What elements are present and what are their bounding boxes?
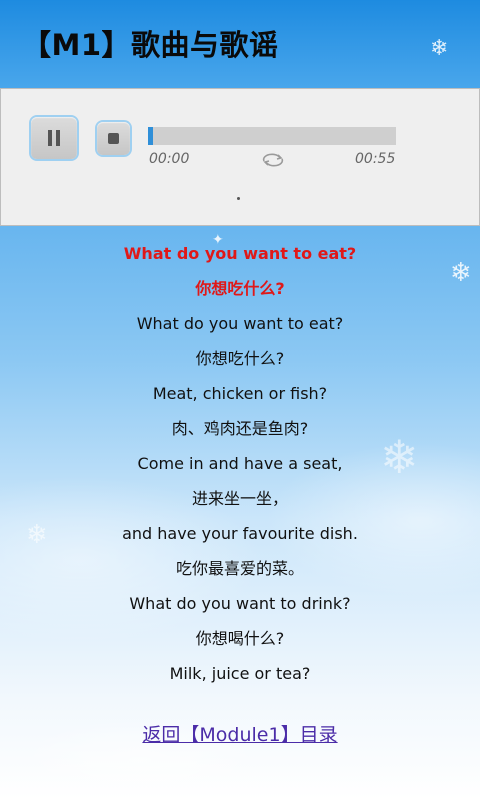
stop-icon bbox=[108, 133, 119, 144]
lyric-line: Meat, chicken or fish? bbox=[152, 384, 328, 403]
current-lyric-line: What do you want to eat? bbox=[123, 244, 357, 263]
app-header: 【M1】歌曲与歌谣 bbox=[0, 0, 480, 88]
stop-button[interactable] bbox=[97, 122, 130, 155]
lyric-line: What do you want to eat? bbox=[136, 314, 344, 333]
lyric-line: 进来坐一坐， bbox=[191, 489, 288, 508]
lyric-line: 你想吃什么? bbox=[195, 349, 285, 368]
lyric-line: What do you want to drink? bbox=[129, 594, 351, 613]
lyric-line: Milk, juice or tea? bbox=[169, 664, 311, 683]
lyrics-list: What do you want to eat? 你想吃什么? What do yo… bbox=[0, 236, 480, 691]
progress-track[interactable] bbox=[148, 127, 396, 145]
lyric-line: Come in and have a seat, bbox=[137, 454, 343, 473]
snowflake-decoration: ❄ bbox=[430, 36, 449, 61]
audio-player: 00:00 00:55 bbox=[0, 88, 480, 226]
repeat-icon[interactable] bbox=[259, 152, 287, 168]
lyric-line: 吃你最喜爱的菜。 bbox=[175, 559, 304, 578]
current-lyric-line: 你想吃什么? bbox=[195, 279, 285, 298]
lyric-line: and have your favourite dish. bbox=[122, 524, 358, 543]
page-title: 【M1】歌曲与歌谣 bbox=[22, 28, 279, 62]
total-time: 00:55 bbox=[355, 151, 396, 167]
back-to-module-link[interactable]: 返回【Module1】目录 bbox=[0, 720, 480, 747]
pause-button[interactable] bbox=[31, 117, 77, 159]
current-time: 00:00 bbox=[149, 151, 190, 167]
lyric-line: 你想喝什么? bbox=[195, 629, 285, 648]
pause-icon bbox=[48, 130, 60, 146]
lyric-line: 肉、鸡肉还是鱼肉? bbox=[171, 419, 309, 438]
status-dot bbox=[237, 197, 240, 200]
progress-fill bbox=[148, 127, 153, 145]
